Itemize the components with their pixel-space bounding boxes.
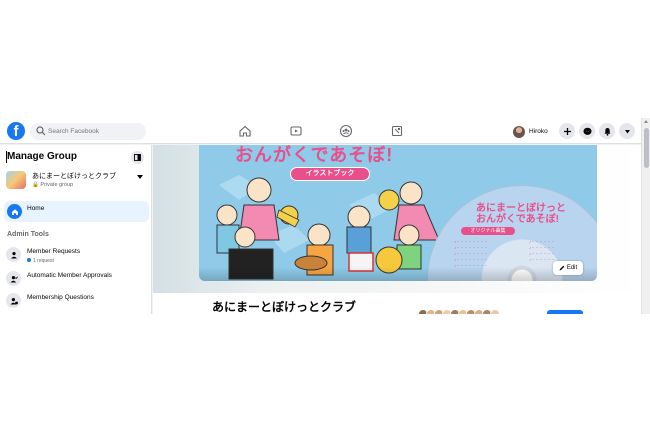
edit-cover-button[interactable]: Edit bbox=[553, 261, 583, 275]
create-button[interactable] bbox=[559, 123, 575, 139]
cover-heading: おんがくであそぼ! bbox=[235, 145, 394, 165]
cover-tag: イラストブック bbox=[290, 167, 370, 181]
facebook-logo[interactable]: f bbox=[7, 122, 25, 140]
person-question-icon bbox=[6, 293, 21, 308]
cover-shade bbox=[199, 267, 597, 281]
cover-photo: おんがくであそぼ! イラストブック あにまーとぼけっと おんがくであそぼ! オリ… bbox=[199, 145, 597, 281]
request-count: 1 request bbox=[27, 258, 54, 264]
scroll-up-arrow-icon[interactable] bbox=[644, 120, 648, 123]
invite-button[interactable] bbox=[547, 310, 583, 314]
plus-icon bbox=[563, 127, 571, 135]
search-bar[interactable] bbox=[30, 123, 146, 140]
avatar bbox=[490, 309, 500, 314]
pencil-icon bbox=[559, 265, 565, 271]
watch-icon[interactable] bbox=[289, 124, 303, 138]
messenger-icon bbox=[583, 127, 591, 135]
lock-icon: 🔒 bbox=[32, 182, 39, 188]
unread-dot bbox=[27, 258, 31, 262]
search-icon bbox=[36, 126, 46, 136]
sidebar-item-label: Member Requests bbox=[27, 248, 81, 255]
messenger-button[interactable] bbox=[579, 123, 595, 139]
cd-track-list-2: ♪・・・・・・ ♪・・・・・・ ♪・・・・・・ ♪・・・・・・ bbox=[529, 239, 555, 262]
collapse-sidebar-button[interactable] bbox=[131, 151, 144, 164]
groups-icon[interactable] bbox=[339, 124, 353, 138]
avatar bbox=[513, 125, 525, 138]
page-title: あにまーとぼけっとクラブ bbox=[212, 300, 357, 314]
browser-viewport: f Hiroko Manage Group bbox=[0, 118, 650, 314]
notifications-button[interactable] bbox=[599, 123, 615, 139]
sidebar-toggle-icon bbox=[134, 154, 141, 161]
home-icon bbox=[7, 204, 22, 219]
account-menu-button[interactable] bbox=[619, 123, 635, 139]
member-avatars[interactable] bbox=[418, 309, 500, 314]
sidebar-item-label: Automatic Member Approvals bbox=[27, 272, 112, 279]
scrollbar-thumb[interactable] bbox=[644, 128, 649, 168]
sidebar-item-label: Membership Questions bbox=[27, 294, 94, 301]
bell-icon bbox=[604, 127, 610, 136]
profile-shortcut[interactable]: Hiroko bbox=[513, 123, 548, 140]
sidebar-item-automatic-member-approvals[interactable]: Automatic Member Approvals bbox=[6, 269, 148, 289]
cd-title-line-2: おんがくであそぼ! bbox=[476, 214, 559, 225]
sidebar-title: Manage Group bbox=[7, 151, 78, 162]
gaming-icon[interactable] bbox=[390, 124, 404, 138]
caret-down-icon[interactable] bbox=[137, 175, 143, 179]
cd-band: オリジナル曲集 bbox=[461, 227, 515, 235]
group-privacy-label: 🔒 Private group bbox=[32, 182, 73, 188]
cd-title: あにまーとぼけっと おんがくであそぼ! bbox=[476, 203, 566, 225]
person-check-icon bbox=[6, 271, 21, 286]
group-selector[interactable]: あにまーとぼけっとクラブ 🔒 Private group bbox=[6, 170, 148, 192]
top-navigation-bar: f Hiroko bbox=[0, 118, 650, 144]
profile-name: Hiroko bbox=[529, 128, 548, 135]
sidebar-item-home[interactable]: Home bbox=[4, 201, 149, 222]
person-icon bbox=[6, 247, 21, 262]
sidebar-item-label: Home bbox=[27, 205, 45, 212]
group-name: あにまーとぼけっとクラブ bbox=[32, 173, 116, 180]
admin-tools-heading: Admin Tools bbox=[7, 231, 49, 238]
chevron-down-icon bbox=[624, 129, 630, 133]
page: f Hiroko Manage Group bbox=[0, 0, 650, 434]
cd-title-line-1: あにまーとぼけっと bbox=[476, 203, 566, 214]
manage-group-sidebar: Manage Group あにまーとぼけっとクラブ 🔒 Private grou… bbox=[0, 145, 152, 314]
search-input[interactable] bbox=[48, 123, 142, 140]
group-privacy-text: Private group bbox=[40, 182, 74, 188]
cd-track-list: ♪・・・・・・・・ ♪・・・・・・・・ ♪・・・・・・・・ ♪・・・・・・・・ ♪・・・… bbox=[454, 239, 488, 268]
edit-label: Edit bbox=[566, 265, 578, 271]
sidebar-item-membership-questions[interactable]: Membership Questions bbox=[6, 291, 148, 311]
scrollbar[interactable] bbox=[641, 118, 650, 314]
group-thumbnail bbox=[6, 171, 26, 189]
request-count-text: 1 request bbox=[33, 258, 54, 264]
home-icon[interactable] bbox=[238, 124, 252, 138]
sidebar-item-member-requests[interactable]: Member Requests 1 request bbox=[6, 245, 148, 265]
